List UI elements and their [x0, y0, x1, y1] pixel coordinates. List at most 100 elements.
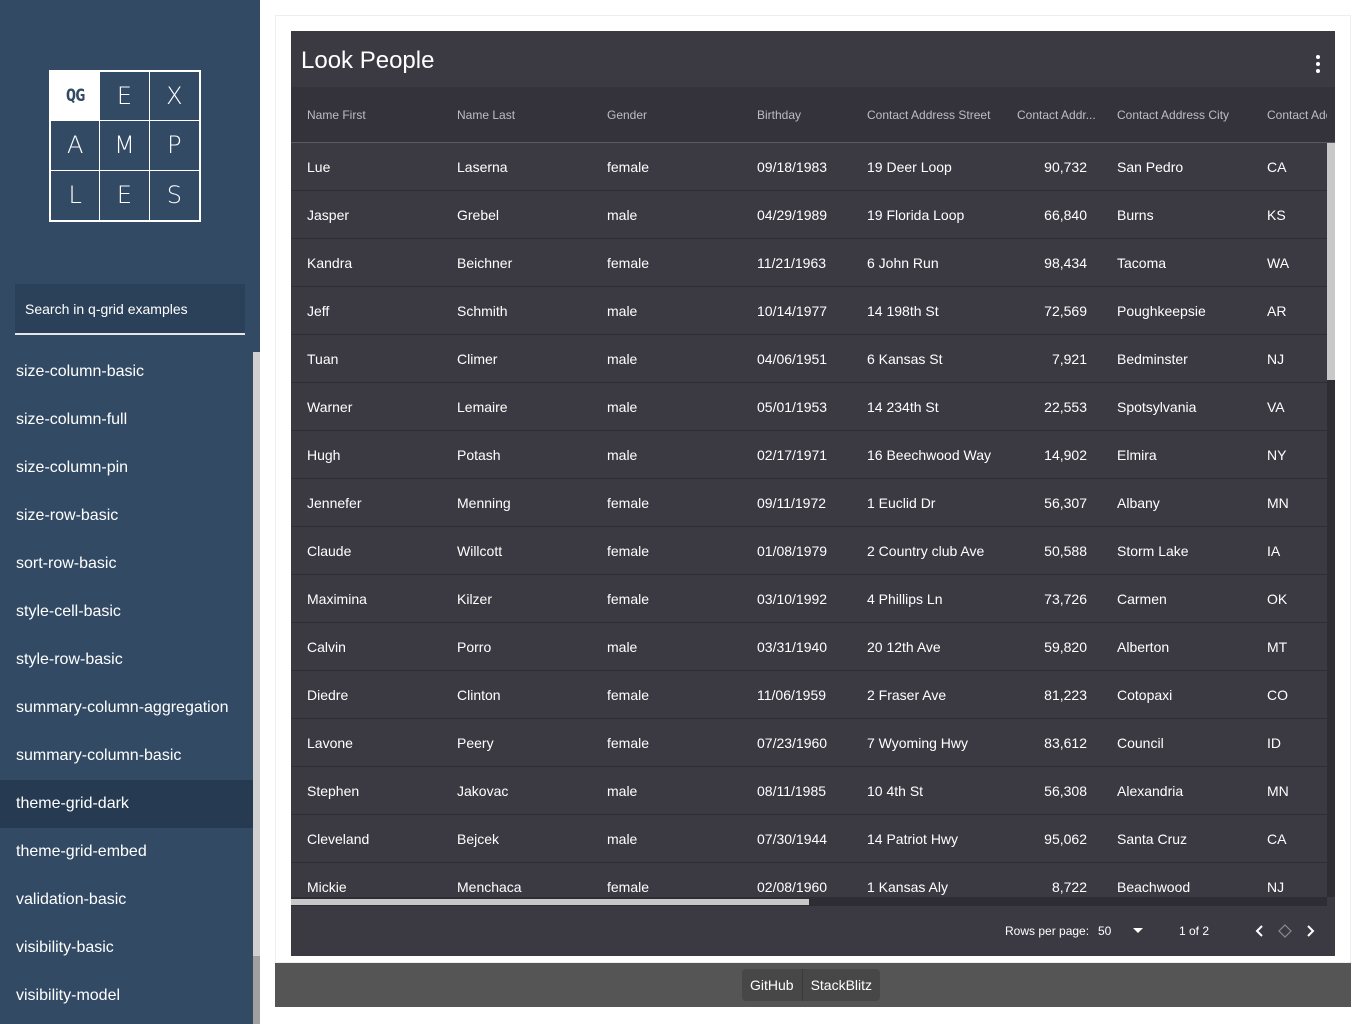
table-cell[interactable]: male — [607, 815, 747, 863]
stackblitz-link[interactable]: StackBlitz — [801, 969, 880, 1001]
grid-vertical-scrollbar-thumb[interactable] — [1327, 143, 1335, 380]
column-header[interactable]: Name First — [307, 87, 447, 143]
column-header[interactable]: Contact Address City — [1117, 87, 1257, 143]
table-cell[interactable]: NJ — [1267, 335, 1327, 383]
table-cell[interactable]: 16 Beechwood Way — [867, 431, 1007, 479]
table-cell[interactable]: 19 Florida Loop — [867, 191, 1007, 239]
table-cell[interactable]: Lue — [307, 143, 447, 191]
table-cell[interactable]: Storm Lake — [1117, 527, 1257, 575]
table-cell[interactable]: Alexandria — [1117, 767, 1257, 815]
table-row[interactable]: Warner Lemaire male 05/01/1953 14 234th St 22… — [291, 383, 1327, 431]
table-cell[interactable]: Elmira — [1117, 431, 1257, 479]
table-cell[interactable]: Carmen — [1117, 575, 1257, 623]
table-cell[interactable]: 05/01/1953 — [757, 383, 857, 431]
table-cell[interactable]: KS — [1267, 191, 1327, 239]
table-cell[interactable]: 81,223 — [1017, 671, 1087, 719]
page-size-select[interactable]: 50 — [1098, 906, 1111, 956]
table-cell[interactable]: male — [607, 287, 747, 335]
table-cell[interactable]: Santa Cruz — [1117, 815, 1257, 863]
table-cell[interactable]: female — [607, 671, 747, 719]
column-header[interactable]: Contact Addr — [1267, 87, 1327, 143]
table-cell[interactable]: 03/10/1992 — [757, 575, 857, 623]
sidebar-scrollbar-thumb[interactable] — [253, 956, 260, 1024]
sidebar-item-style-cell-basic[interactable]: style-cell-basic — [0, 588, 253, 636]
table-cell[interactable]: CA — [1267, 815, 1327, 863]
table-row[interactable]: Kandra Beichner female 11/21/1963 6 John Run… — [291, 239, 1327, 287]
table-cell[interactable]: Albany — [1117, 479, 1257, 527]
table-cell[interactable]: IA — [1267, 527, 1327, 575]
sidebar-item-validation-basic[interactable]: validation-basic — [0, 876, 253, 924]
table-cell[interactable]: Tacoma — [1117, 239, 1257, 287]
sidebar-item-theme-grid-dark[interactable]: theme-grid-dark — [0, 780, 253, 828]
table-cell[interactable]: Maximina — [307, 575, 447, 623]
table-cell[interactable]: 14 198th St — [867, 287, 1007, 335]
table-row[interactable]: Jeff Schmith male 10/14/1977 14 198th St 72,5… — [291, 287, 1327, 335]
table-cell[interactable]: MT — [1267, 623, 1327, 671]
github-link[interactable]: GitHub — [742, 969, 802, 1001]
table-cell[interactable]: 90,732 — [1017, 143, 1087, 191]
more-vert-icon[interactable] — [1315, 55, 1321, 73]
table-cell[interactable]: Potash — [457, 431, 597, 479]
table-cell[interactable]: 14 Patriot Hwy — [867, 815, 1007, 863]
table-cell[interactable]: ID — [1267, 719, 1327, 767]
table-cell[interactable]: male — [607, 383, 747, 431]
search-input[interactable] — [25, 300, 235, 317]
table-cell[interactable]: 7 Wyoming Hwy — [867, 719, 1007, 767]
table-cell[interactable]: Poughkeepsie — [1117, 287, 1257, 335]
table-cell[interactable]: 1 Euclid Dr — [867, 479, 1007, 527]
table-row[interactable]: Jennefer Menning female 09/11/1972 1 Euclid … — [291, 479, 1327, 527]
table-cell[interactable]: Menchaca — [457, 863, 597, 897]
sidebar-item-style-row-basic[interactable]: style-row-basic — [0, 636, 253, 684]
table-cell[interactable]: Beichner — [457, 239, 597, 287]
table-cell[interactable]: female — [607, 239, 747, 287]
table-cell[interactable]: 4 Phillips Ln — [867, 575, 1007, 623]
table-cell[interactable]: 07/23/1960 — [757, 719, 857, 767]
table-cell[interactable]: 8,722 — [1017, 863, 1087, 897]
table-cell[interactable]: 03/31/1940 — [757, 623, 857, 671]
table-cell[interactable]: female — [607, 719, 747, 767]
table-row[interactable]: Lue Laserna female 09/18/1983 19 Deer Loop 90… — [291, 143, 1327, 191]
table-cell[interactable]: Alberton — [1117, 623, 1257, 671]
table-cell[interactable]: female — [607, 479, 747, 527]
table-row[interactable]: Tuan Climer male 04/06/1951 6 Kansas St 7,921… — [291, 335, 1327, 383]
table-cell[interactable]: Grebel — [457, 191, 597, 239]
table-cell[interactable]: Council — [1117, 719, 1257, 767]
grid-vertical-scrollbar[interactable] — [1327, 143, 1335, 897]
table-cell[interactable]: male — [607, 623, 747, 671]
column-header[interactable]: Contact Address Street — [867, 87, 1007, 143]
table-row[interactable]: Stephen Jakovac male 08/11/1985 10 4th St 56,… — [291, 767, 1327, 815]
table-row[interactable]: Lavone Peery female 07/23/1960 7 Wyoming Hwy… — [291, 719, 1327, 767]
table-cell[interactable]: Jakovac — [457, 767, 597, 815]
table-row[interactable]: Jasper Grebel male 04/29/1989 19 Florida Loo… — [291, 191, 1327, 239]
search-box[interactable] — [15, 284, 245, 335]
table-row[interactable]: Mickie Menchaca female 02/08/1960 1 Kansas A… — [291, 863, 1327, 897]
table-cell[interactable]: 56,307 — [1017, 479, 1087, 527]
table-cell[interactable]: Mickie — [307, 863, 447, 897]
table-cell[interactable]: 83,612 — [1017, 719, 1087, 767]
table-cell[interactable]: Burns — [1117, 191, 1257, 239]
sidebar-scrollbar[interactable] — [253, 352, 260, 1024]
table-cell[interactable]: Stephen — [307, 767, 447, 815]
chevron-right-icon[interactable] — [1300, 921, 1320, 941]
table-cell[interactable]: 59,820 — [1017, 623, 1087, 671]
table-cell[interactable]: Peery — [457, 719, 597, 767]
sidebar-item-size-column-full[interactable]: size-column-full — [0, 396, 253, 444]
table-cell[interactable]: Claude — [307, 527, 447, 575]
table-row[interactable]: Claude Willcott female 01/08/1979 2 Country … — [291, 527, 1327, 575]
table-cell[interactable]: Lemaire — [457, 383, 597, 431]
table-cell[interactable]: 04/06/1951 — [757, 335, 857, 383]
table-row[interactable]: Calvin Porro male 03/31/1940 20 12th Ave 59,8… — [291, 623, 1327, 671]
grid-horizontal-scrollbar-thumb[interactable] — [291, 899, 809, 905]
table-cell[interactable]: Kandra — [307, 239, 447, 287]
table-cell[interactable]: 95,062 — [1017, 815, 1087, 863]
table-cell[interactable]: 07/30/1944 — [757, 815, 857, 863]
table-cell[interactable]: Spotsylvania — [1117, 383, 1257, 431]
table-cell[interactable]: WA — [1267, 239, 1327, 287]
table-cell[interactable]: 14 234th St — [867, 383, 1007, 431]
table-cell[interactable]: Jeff — [307, 287, 447, 335]
table-row[interactable]: Cleveland Bejcek male 07/30/1944 14 Patriot … — [291, 815, 1327, 863]
table-cell[interactable]: 02/17/1971 — [757, 431, 857, 479]
sidebar-item-visibility-basic[interactable]: visibility-basic — [0, 924, 253, 972]
table-cell[interactable]: 09/11/1972 — [757, 479, 857, 527]
chevron-left-icon[interactable] — [1250, 921, 1270, 941]
